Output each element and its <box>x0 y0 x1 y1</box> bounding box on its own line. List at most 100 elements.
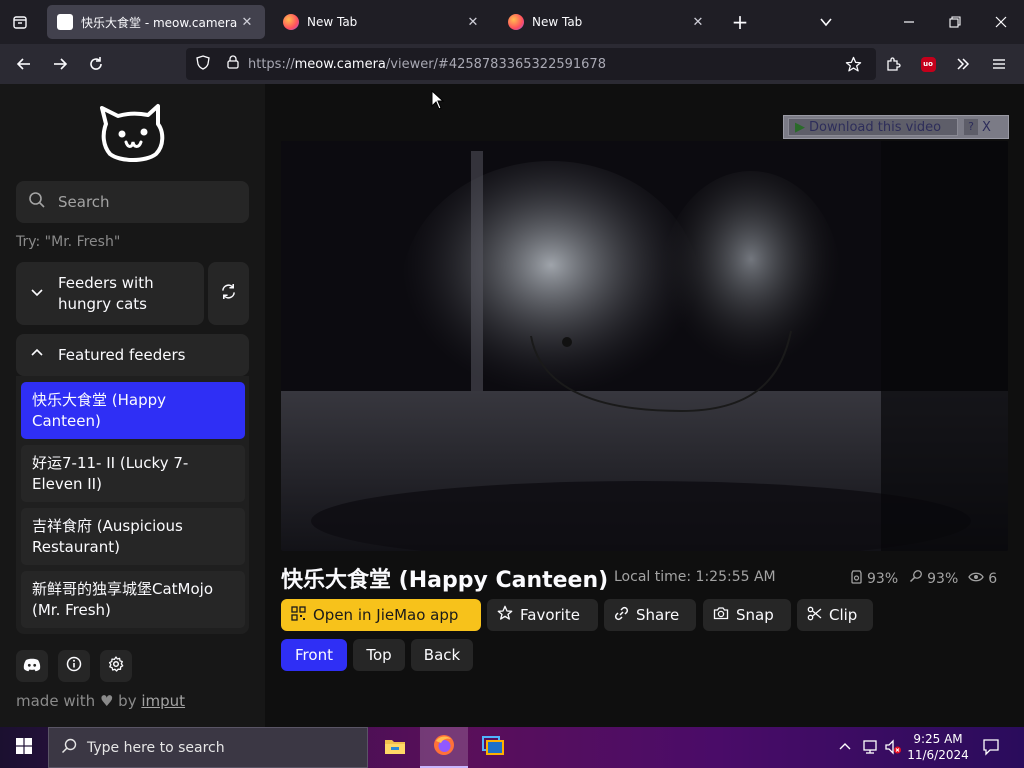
close-tab-icon[interactable]: ✕ <box>690 15 706 30</box>
eye-icon <box>968 571 985 587</box>
taskbar-search-placeholder: Type here to search <box>87 739 225 756</box>
camera-icon <box>713 606 729 624</box>
feeder-item-auspicious-restaurant[interactable]: 吉祥食府 (Auspicious Restaurant) <box>21 508 245 565</box>
section-label: Featured feeders <box>58 346 186 364</box>
settings-button[interactable] <box>100 650 132 682</box>
made-with-text: made with <box>16 692 96 710</box>
restore-icon[interactable] <box>932 0 978 44</box>
view-back-button[interactable]: Back <box>411 639 473 671</box>
lock-icon[interactable] <box>218 55 248 73</box>
browser-nav-bar: https://meow.camera/viewer/#425878336532… <box>0 44 1024 84</box>
clip-label: Clip <box>829 606 858 624</box>
refresh-hungry-button[interactable] <box>208 262 249 325</box>
discord-button[interactable] <box>16 650 48 682</box>
taskbar-clock[interactable]: 9:25 AM 11/6/2024 <box>896 731 980 763</box>
tracking-protection-shield-icon[interactable] <box>188 54 218 74</box>
clock-date: 11/6/2024 <box>907 748 969 762</box>
snap-label: Snap <box>736 606 774 624</box>
taskbar-search[interactable]: Type here to search <box>48 727 368 768</box>
hungry-cats-section-toggle[interactable]: Feeders with hungry cats <box>16 262 204 325</box>
close-window-icon[interactable] <box>978 0 1024 44</box>
windows-taskbar: Type here to search 9:25 AM 11/6/2024 <box>0 727 1024 768</box>
author-link[interactable]: imput <box>141 692 185 710</box>
extensions-puzzle-icon[interactable] <box>877 48 909 80</box>
app-window-icon <box>482 735 504 760</box>
refresh-icon <box>220 283 237 304</box>
taskbar-firefox[interactable] <box>420 727 468 768</box>
forward-arrow-icon[interactable] <box>44 48 76 80</box>
firefox-icon <box>433 734 455 760</box>
taskbar-file-explorer[interactable] <box>371 727 419 768</box>
search-hint: Try: "Mr. Fresh" <box>16 234 121 250</box>
meow-camera-favicon-icon <box>57 14 73 30</box>
meow-camera-logo[interactable] <box>98 102 168 164</box>
share-button[interactable]: Share <box>604 599 696 631</box>
browser-tab-strip: 快乐大食堂 - meow.camera ✕ New Tab ✕ New Tab … <box>0 0 1024 44</box>
firefox-icon <box>283 14 299 30</box>
taskbar-app-window[interactable] <box>469 727 517 768</box>
address-bar[interactable]: https://meow.camera/viewer/#425878336532… <box>186 48 876 80</box>
made-with-credit: made with ♥ by imput <box>16 692 185 710</box>
download-label: Download this video <box>809 119 942 135</box>
search-input[interactable] <box>56 192 236 212</box>
view-top-button[interactable]: Top <box>353 639 405 671</box>
list-tabs-chevron-down-icon[interactable] <box>803 0 849 44</box>
gear-icon <box>108 656 124 676</box>
windows-logo-icon <box>16 737 32 758</box>
close-tab-icon[interactable]: ✕ <box>465 15 481 30</box>
local-time: Local time: 1:25:55 AM <box>614 569 776 585</box>
start-button[interactable] <box>0 727 48 768</box>
url-path: /viewer/#4258783365322591678 <box>385 56 606 72</box>
download-help-button[interactable]: ? <box>964 119 978 135</box>
firefox-icon <box>508 14 524 30</box>
live-video-stream[interactable] <box>281 141 1008 551</box>
section-label: Feeders with hungry cats <box>58 273 154 313</box>
url-scheme: https:// <box>248 56 295 72</box>
info-button[interactable] <box>58 650 90 682</box>
close-tab-icon[interactable]: ✕ <box>239 15 255 30</box>
feeder-search[interactable] <box>16 181 249 223</box>
notifications-icon[interactable] <box>982 738 1000 760</box>
tab-title: New Tab <box>307 15 358 29</box>
open-app-label: Open in JieMao app <box>313 606 459 624</box>
download-close-button[interactable]: X <box>982 120 991 135</box>
reload-icon[interactable] <box>80 48 112 80</box>
chevron-up-icon <box>16 347 58 363</box>
more-tools-chevrons-icon[interactable] <box>947 48 979 80</box>
info-icon <box>66 656 82 676</box>
heart-icon: ♥ <box>99 692 114 710</box>
network-icon[interactable] <box>862 739 880 759</box>
open-in-app-button[interactable]: Open in JieMao app <box>281 599 481 631</box>
favorite-button[interactable]: Favorite <box>487 599 598 631</box>
qr-code-icon <box>291 605 306 625</box>
discord-icon <box>23 657 41 676</box>
tab-new-tab-1[interactable]: New Tab ✕ <box>273 5 491 39</box>
feeder-item-mr-fresh[interactable]: 新鲜哥的独享城堡CatMojo (Mr. Fresh) <box>21 571 245 628</box>
back-arrow-icon[interactable] <box>8 48 40 80</box>
feeder-stats: 93% 93% 6 <box>850 569 997 588</box>
new-tab-plus-icon[interactable]: + <box>717 0 763 44</box>
download-video-button[interactable]: ▶ Download this video <box>788 118 958 136</box>
folder-icon <box>384 737 406 759</box>
feeder-item-lucky-7-eleven[interactable]: 好运7-11- II (Lucky 7-Eleven II) <box>21 445 245 502</box>
minimize-icon[interactable] <box>886 0 932 44</box>
ublock-origin-icon[interactable]: uo <box>912 48 944 80</box>
hamburger-menu-icon[interactable] <box>983 48 1015 80</box>
featured-feeders-section-toggle[interactable]: Featured feeders <box>16 334 249 376</box>
list-all-tabs-icon[interactable] <box>6 8 34 36</box>
viewer-main: ▶ Download this video ? X 快乐大食堂 (Happy C… <box>265 84 1024 727</box>
show-hidden-icons-chevron-up-icon[interactable] <box>838 739 852 758</box>
bookmark-star-icon[interactable] <box>837 48 869 80</box>
download-video-bar: ▶ Download this video ? X <box>783 115 1009 139</box>
scissors-icon <box>807 606 822 625</box>
favorite-label: Favorite <box>520 606 580 624</box>
snap-button[interactable]: Snap <box>703 599 791 631</box>
search-icon <box>61 738 77 758</box>
by-text: by <box>118 692 137 710</box>
tab-meow-camera[interactable]: 快乐大食堂 - meow.camera ✕ <box>47 5 265 39</box>
tab-new-tab-2[interactable]: New Tab ✕ <box>498 5 716 39</box>
feeder-item-happy-canteen[interactable]: 快乐大食堂 (Happy Canteen) <box>21 382 245 439</box>
view-front-button[interactable]: Front <box>281 639 347 671</box>
clip-button[interactable]: Clip <box>797 599 873 631</box>
star-icon <box>497 605 513 625</box>
